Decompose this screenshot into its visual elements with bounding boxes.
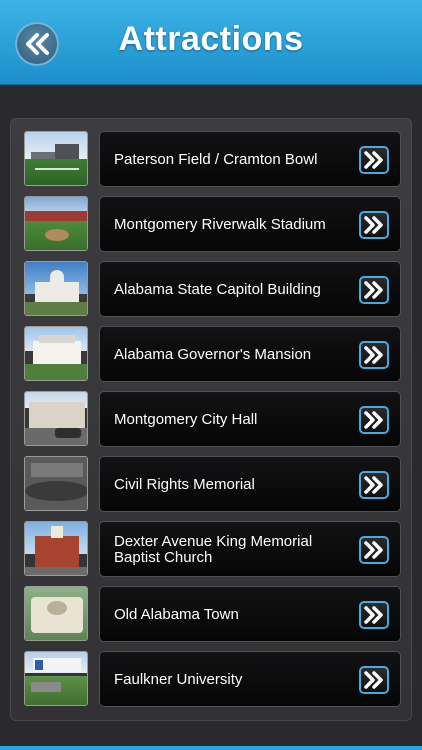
list-item[interactable]: Paterson Field / Cramton Bowl (24, 131, 401, 187)
attraction-name: Alabama State Capitol Building (114, 281, 321, 298)
bottom-accent-bar (0, 746, 422, 750)
attraction-card[interactable]: Faulkner University (99, 651, 401, 707)
list-item[interactable]: Montgomery Riverwalk Stadium (24, 196, 401, 252)
church-photo (24, 521, 88, 576)
list-item[interactable]: Montgomery City Hall (24, 391, 401, 447)
list-item[interactable]: Dexter Avenue King Memorial Baptist Chur… (24, 521, 401, 577)
list-item[interactable]: Faulkner University (24, 651, 401, 707)
list-item[interactable]: Civil Rights Memorial (24, 456, 401, 512)
attraction-name: Paterson Field / Cramton Bowl (114, 151, 318, 168)
attraction-card[interactable]: Alabama State Capitol Building (99, 261, 401, 317)
university-sign-photo (24, 651, 88, 706)
attraction-card[interactable]: Paterson Field / Cramton Bowl (99, 131, 401, 187)
city-hall-photo (24, 391, 88, 446)
list-item[interactable]: Alabama Governor's Mansion (24, 326, 401, 382)
double-chevron-right-icon (364, 671, 383, 689)
open-attraction-button[interactable] (359, 341, 389, 369)
list-item[interactable]: Old Alabama Town (24, 586, 401, 642)
attraction-card[interactable]: Dexter Avenue King Memorial Baptist Chur… (99, 521, 401, 577)
attraction-card[interactable]: Civil Rights Memorial (99, 456, 401, 512)
header-bar: Attractions (0, 0, 422, 85)
double-chevron-right-icon (364, 476, 383, 494)
open-attraction-button[interactable] (359, 211, 389, 239)
list-item[interactable]: Alabama State Capitol Building (24, 261, 401, 317)
double-chevron-right-icon (364, 541, 383, 559)
stadium-field-photo (24, 131, 88, 186)
open-attraction-button[interactable] (359, 276, 389, 304)
memorial-photo (24, 456, 88, 511)
open-attraction-button[interactable] (359, 666, 389, 694)
double-chevron-right-icon (364, 411, 383, 429)
open-attraction-button[interactable] (359, 146, 389, 174)
attraction-name: Civil Rights Memorial (114, 476, 255, 493)
attraction-name: Old Alabama Town (114, 606, 239, 623)
attraction-card[interactable]: Montgomery Riverwalk Stadium (99, 196, 401, 252)
attraction-name: Montgomery City Hall (114, 411, 258, 428)
open-attraction-button[interactable] (359, 406, 389, 434)
attraction-name: Faulkner University (114, 671, 243, 688)
attraction-name: Alabama Governor's Mansion (114, 346, 312, 363)
double-chevron-right-icon (364, 151, 383, 169)
attractions-list: Paterson Field / Cramton Bowl Montgomery… (10, 118, 412, 721)
page-title: Attractions (118, 20, 304, 58)
attraction-name: Montgomery Riverwalk Stadium (114, 216, 326, 233)
attraction-card[interactable]: Alabama Governor's Mansion (99, 326, 401, 382)
double-chevron-right-icon (364, 606, 383, 624)
double-chevron-right-icon (364, 216, 383, 234)
open-attraction-button[interactable] (359, 601, 389, 629)
town-sign-photo (24, 586, 88, 641)
double-chevron-right-icon (364, 281, 383, 299)
open-attraction-button[interactable] (359, 536, 389, 564)
mansion-photo (24, 326, 88, 381)
baseball-stadium-photo (24, 196, 88, 251)
capitol-building-photo (24, 261, 88, 316)
attraction-name: Dexter Avenue King Memorial Baptist Chur… (114, 533, 313, 566)
attraction-card[interactable]: Old Alabama Town (99, 586, 401, 642)
open-attraction-button[interactable] (359, 471, 389, 499)
double-chevron-right-icon (364, 346, 383, 364)
attraction-card[interactable]: Montgomery City Hall (99, 391, 401, 447)
